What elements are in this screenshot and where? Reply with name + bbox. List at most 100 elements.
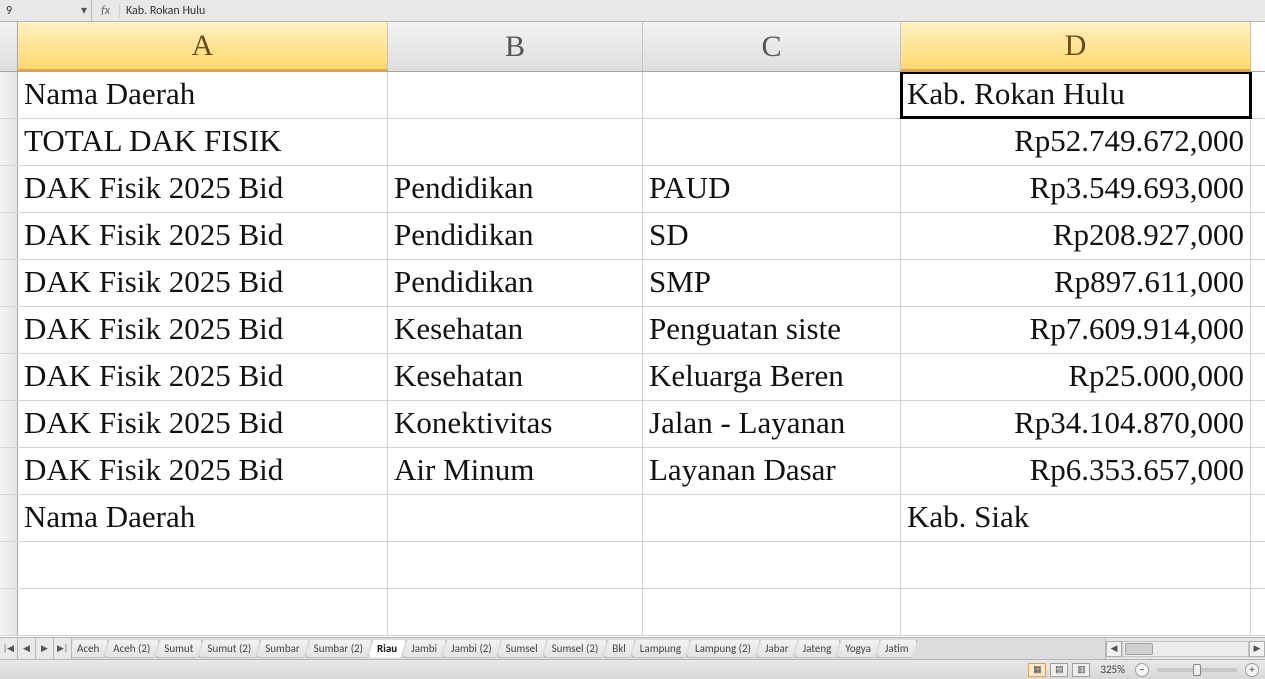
cell-empty[interactable] bbox=[901, 542, 1251, 588]
sheet-tab-riau[interactable]: Riau bbox=[368, 640, 406, 658]
column-header-C[interactable]: C bbox=[643, 22, 901, 71]
cell-A[interactable]: TOTAL DAK FISIK bbox=[18, 119, 388, 165]
cell-D[interactable]: Rp34.104.870,000 bbox=[901, 401, 1251, 447]
cell-D[interactable]: Kab. Rokan Hulu bbox=[901, 72, 1251, 118]
cell-C[interactable]: Keluarga Beren bbox=[643, 354, 901, 400]
sheet-tab-jatim[interactable]: Jatim bbox=[876, 640, 918, 658]
sheet-tab-bkl[interactable]: Bkl bbox=[603, 640, 635, 658]
cell-empty[interactable] bbox=[388, 542, 643, 588]
cell-D[interactable]: Rp25.000,000 bbox=[901, 354, 1251, 400]
cell-D[interactable]: Rp3.549.693,000 bbox=[901, 166, 1251, 212]
sheet-tab-lampung[interactable]: Lampung bbox=[631, 640, 690, 658]
cell-D[interactable]: Kab. Siak bbox=[901, 495, 1251, 541]
cell-A[interactable]: Nama Daerah bbox=[18, 495, 388, 541]
cell-empty[interactable] bbox=[643, 589, 901, 635]
scroll-left-icon[interactable]: ◀ bbox=[1106, 641, 1122, 657]
row-header[interactable] bbox=[0, 166, 18, 212]
column-header-A[interactable]: A bbox=[18, 22, 388, 71]
view-normal-icon[interactable]: ▦ bbox=[1028, 663, 1046, 677]
cell-B[interactable] bbox=[388, 119, 643, 165]
cell-B[interactable] bbox=[388, 495, 643, 541]
cell-C[interactable]: Layanan Dasar bbox=[643, 448, 901, 494]
sheet-tab-sumsel-2-[interactable]: Sumsel (2) bbox=[543, 640, 608, 658]
row-header[interactable] bbox=[0, 589, 18, 635]
row-header[interactable] bbox=[0, 213, 18, 259]
cell-B[interactable]: Konektivitas bbox=[388, 401, 643, 447]
sheet-tab-aceh[interactable]: Aceh bbox=[72, 640, 108, 658]
cell-C[interactable] bbox=[643, 72, 901, 118]
sheet-tab-sumut-2-[interactable]: Sumut (2) bbox=[198, 640, 260, 658]
row-header[interactable] bbox=[0, 448, 18, 494]
column-header-B[interactable]: B bbox=[388, 22, 643, 71]
sheet-tab-aceh-2-[interactable]: Aceh (2) bbox=[104, 640, 159, 658]
row-header[interactable] bbox=[0, 401, 18, 447]
cell-empty[interactable] bbox=[643, 542, 901, 588]
cell-D[interactable]: Rp7.609.914,000 bbox=[901, 307, 1251, 353]
cell-A[interactable]: DAK Fisik 2025 Bid bbox=[18, 354, 388, 400]
tab-first-icon[interactable]: |◀ bbox=[0, 638, 18, 659]
cell-empty[interactable] bbox=[388, 589, 643, 635]
name-box[interactable]: 9 ▾ bbox=[0, 0, 92, 21]
cell-D[interactable]: Rp897.611,000 bbox=[901, 260, 1251, 306]
chevron-down-icon[interactable]: ▾ bbox=[77, 3, 91, 18]
cell-C[interactable] bbox=[643, 119, 901, 165]
view-layout-icon[interactable]: ▤ bbox=[1050, 663, 1068, 677]
cell-D[interactable]: Rp52.749.672,000 bbox=[901, 119, 1251, 165]
column-header-D[interactable]: D bbox=[901, 22, 1251, 71]
cell-D[interactable]: Rp208.927,000 bbox=[901, 213, 1251, 259]
cell-C[interactable]: SMP bbox=[643, 260, 901, 306]
row-header[interactable] bbox=[0, 307, 18, 353]
zoom-out-icon[interactable]: − bbox=[1135, 663, 1149, 677]
cell-C[interactable]: Jalan - Layanan bbox=[643, 401, 901, 447]
zoom-level[interactable]: 325% bbox=[1100, 663, 1125, 676]
sheet-tab-jambi[interactable]: Jambi bbox=[402, 640, 446, 658]
sheet-tab-jabar[interactable]: Jabar bbox=[756, 640, 798, 658]
view-break-icon[interactable]: ▥ bbox=[1072, 663, 1090, 677]
zoom-in-icon[interactable]: + bbox=[1245, 663, 1259, 677]
cell-B[interactable] bbox=[388, 72, 643, 118]
row-header[interactable] bbox=[0, 495, 18, 541]
sheet-tab-yogya[interactable]: Yogya bbox=[836, 640, 880, 658]
formula-input[interactable]: Kab. Rokan Hulu bbox=[120, 4, 1265, 18]
cell-C[interactable]: PAUD bbox=[643, 166, 901, 212]
cell-B[interactable]: Pendidikan bbox=[388, 166, 643, 212]
cell-A[interactable]: DAK Fisik 2025 Bid bbox=[18, 260, 388, 306]
cell-C[interactable] bbox=[643, 495, 901, 541]
cell-A[interactable]: DAK Fisik 2025 Bid bbox=[18, 213, 388, 259]
horizontal-scrollbar[interactable]: ◀ ▶ bbox=[1105, 638, 1265, 659]
cell-A[interactable]: DAK Fisik 2025 Bid bbox=[18, 166, 388, 212]
row-header[interactable] bbox=[0, 72, 18, 118]
sheet-tab-sumbar-2-[interactable]: Sumbar (2) bbox=[305, 640, 372, 658]
row-header[interactable] bbox=[0, 119, 18, 165]
scroll-right-icon[interactable]: ▶ bbox=[1249, 641, 1265, 657]
cell-empty[interactable] bbox=[901, 589, 1251, 635]
cell-C[interactable]: SD bbox=[643, 213, 901, 259]
cell-A[interactable]: DAK Fisik 2025 Bid bbox=[18, 448, 388, 494]
sheet-tab-sumbar[interactable]: Sumbar bbox=[256, 640, 309, 658]
cell-B[interactable]: Kesehatan bbox=[388, 354, 643, 400]
row-header[interactable] bbox=[0, 354, 18, 400]
sheet-tab-sumut[interactable]: Sumut bbox=[155, 640, 202, 658]
sheet-tab-jambi-2-[interactable]: Jambi (2) bbox=[442, 640, 501, 658]
cell-B[interactable]: Pendidikan bbox=[388, 213, 643, 259]
cell-empty[interactable] bbox=[18, 589, 388, 635]
tab-prev-icon[interactable]: ◀ bbox=[18, 638, 36, 659]
cell-A[interactable]: DAK Fisik 2025 Bid bbox=[18, 401, 388, 447]
cell-B[interactable]: Pendidikan bbox=[388, 260, 643, 306]
tab-next-icon[interactable]: ▶ bbox=[36, 638, 54, 659]
cell-D[interactable]: Rp6.353.657,000 bbox=[901, 448, 1251, 494]
row-header[interactable] bbox=[0, 542, 18, 588]
sheet-tab-sumsel[interactable]: Sumsel bbox=[497, 640, 547, 658]
cell-A[interactable]: DAK Fisik 2025 Bid bbox=[18, 307, 388, 353]
sheet-tab-lampung-2-[interactable]: Lampung (2) bbox=[686, 640, 760, 658]
row-header[interactable] bbox=[0, 260, 18, 306]
cell-empty[interactable] bbox=[18, 542, 388, 588]
sheet-tab-jateng[interactable]: Jateng bbox=[794, 640, 841, 658]
tab-last-icon[interactable]: ▶| bbox=[54, 638, 72, 659]
scroll-track[interactable] bbox=[1122, 641, 1249, 657]
cell-C[interactable]: Penguatan siste bbox=[643, 307, 901, 353]
cell-A[interactable]: Nama Daerah bbox=[18, 72, 388, 118]
zoom-slider[interactable] bbox=[1157, 668, 1237, 672]
scroll-thumb[interactable] bbox=[1125, 643, 1153, 655]
cell-B[interactable]: Air Minum bbox=[388, 448, 643, 494]
